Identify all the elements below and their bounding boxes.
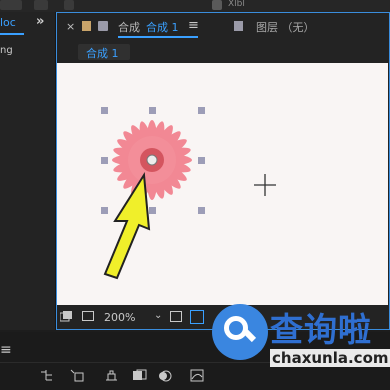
watermark-brand: 查询啦 [270, 310, 372, 349]
lock-icon[interactable] [82, 21, 91, 31]
composition-tab-prefix[interactable]: 合成 [118, 19, 140, 35]
watermark-domain: chaxunla.com [270, 349, 390, 367]
panel-menu-icon[interactable]: ≡ [188, 18, 199, 33]
snapshot-icon[interactable] [60, 311, 72, 323]
fit-frame-icon[interactable] [170, 311, 182, 322]
checkbox[interactable] [212, 0, 222, 10]
top-toolbar-strip: Xlbl [0, 0, 390, 12]
toolbar-button[interactable] [0, 0, 22, 10]
toolbar-label: Xlbl [228, 0, 245, 9]
composition-icon [98, 21, 108, 31]
monitor-icon[interactable] [82, 311, 94, 321]
zoom-level[interactable]: 200% [104, 311, 135, 324]
graph-editor-icon[interactable] [190, 369, 205, 382]
active-tab-underline [0, 33, 24, 35]
pointer-arrow-icon [103, 171, 151, 280]
composition-canvas[interactable] [57, 63, 388, 305]
project-panel [0, 12, 56, 330]
canvas-artwork [101, 107, 276, 280]
active-tab-underline [118, 36, 198, 38]
panel-menu-icon[interactable]: ≡ [0, 342, 12, 358]
layer-icon [234, 21, 243, 31]
shy-layer-icon[interactable] [104, 369, 119, 382]
layer-tab[interactable]: 图层 （无） [256, 19, 315, 35]
frame-blend-icon[interactable] [132, 369, 147, 382]
composition-tab-name[interactable]: 合成 1 [146, 19, 179, 35]
crosshair-icon [254, 174, 276, 196]
chevron-down-icon[interactable]: ⌄ [154, 310, 162, 321]
toolbar-button[interactable] [64, 0, 74, 10]
left-panel-tab[interactable]: loc [0, 16, 16, 29]
expand-chevron-icon[interactable]: » [36, 14, 44, 29]
left-panel-item[interactable]: ng [0, 45, 13, 56]
parent-link-icon[interactable] [40, 369, 55, 382]
breadcrumb-label: 合成 1 [86, 47, 119, 60]
composition-tab-row: × 合成 合成 1 ≡ 图层 （无） [62, 18, 382, 40]
3d-layer-icon[interactable] [70, 369, 85, 382]
toolbar-button[interactable] [34, 0, 48, 10]
motion-blur-icon[interactable] [158, 369, 173, 382]
close-icon[interactable]: × [66, 20, 75, 33]
breadcrumb[interactable]: 合成 1 [78, 44, 130, 60]
mask-toggle-icon[interactable] [190, 310, 204, 324]
flower-layer[interactable] [112, 120, 193, 201]
